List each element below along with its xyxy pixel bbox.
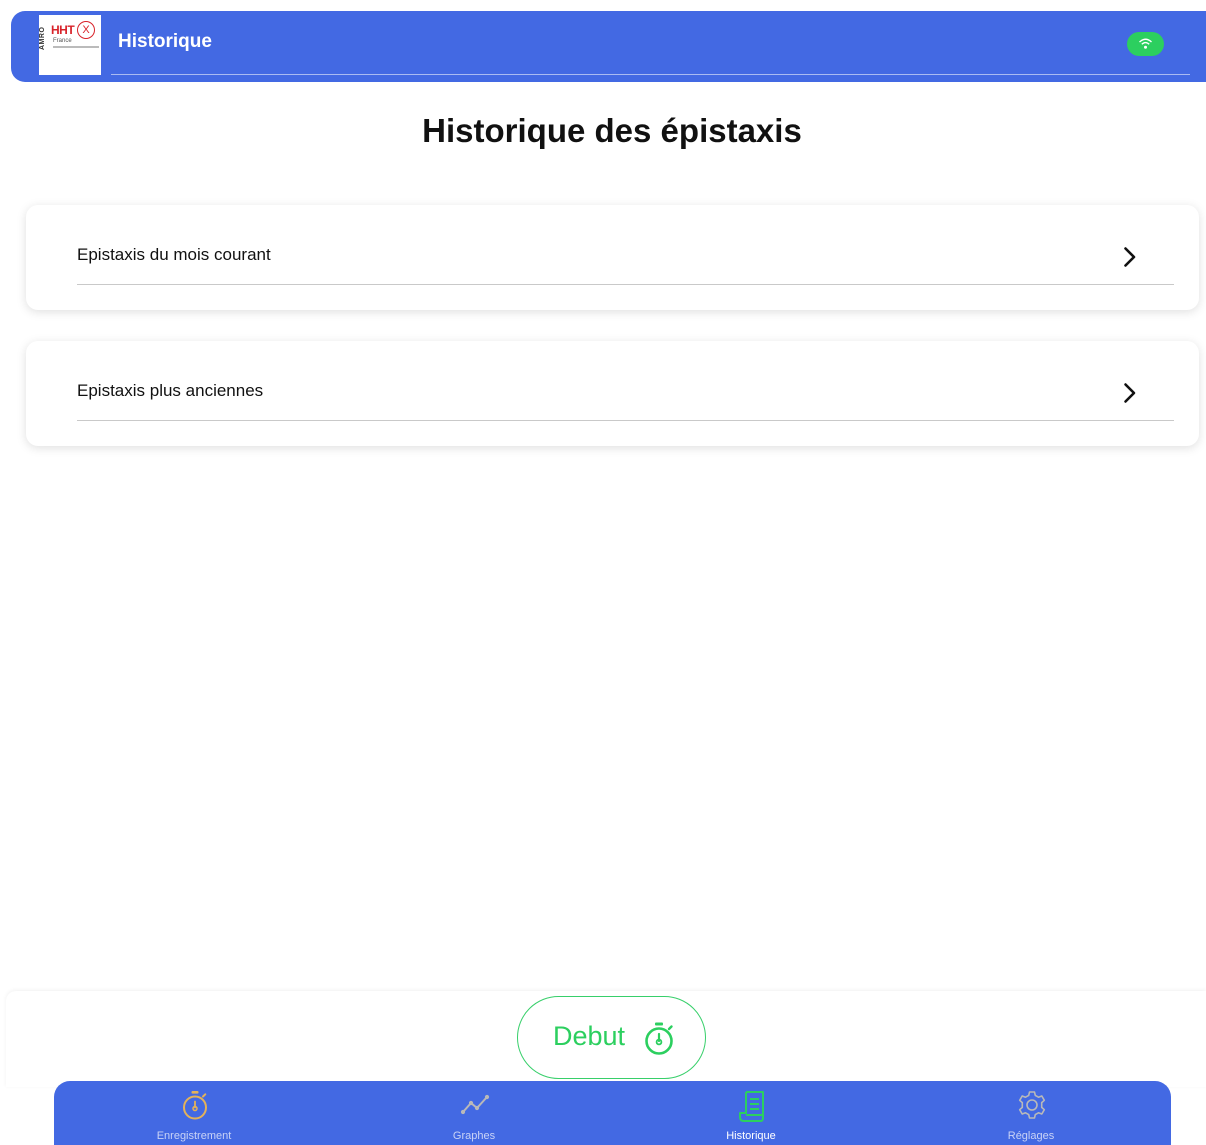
logo-side-text: AMRO: [39, 26, 46, 50]
chevron-right-icon: [1124, 383, 1136, 403]
header-divider: [111, 74, 1190, 75]
debut-button[interactable]: Debut: [517, 996, 706, 1079]
logo-country: France: [53, 38, 72, 44]
list-item-older[interactable]: Epistaxis plus anciennes: [26, 341, 1199, 446]
list-item-divider: [77, 420, 1174, 421]
tab-graphes[interactable]: Graphes: [384, 1081, 564, 1145]
scroll-icon: [739, 1091, 764, 1122]
tab-reglages[interactable]: Réglages: [941, 1081, 1121, 1145]
tab-label: Graphes: [452, 1130, 496, 1142]
list-item-label: Epistaxis du mois courant: [77, 245, 271, 264]
gear-icon: [1018, 1091, 1046, 1119]
tab-enregistrement[interactable]: Enregistrement: [104, 1081, 284, 1145]
chevron-right-icon: [1124, 247, 1136, 267]
app-header: AMRO HHT X France Historique: [11, 11, 1206, 82]
tab-historique[interactable]: Historique: [661, 1081, 841, 1145]
debut-label: Debut: [553, 1021, 626, 1051]
tab-label: Réglages: [1007, 1130, 1055, 1142]
stopwatch-icon: [183, 1091, 207, 1120]
list-item-label: Epistaxis plus anciennes: [77, 381, 264, 400]
chart-line-icon: [460, 1094, 490, 1115]
header-title: Historique: [118, 31, 212, 52]
logo-brand: HHT: [51, 23, 75, 37]
bottom-tab-bar: Enregistrement Graphes Historique Réglag…: [54, 1081, 1171, 1145]
wifi-icon: [1139, 38, 1152, 49]
logo-symbol: X: [77, 21, 95, 39]
tab-label: Historique: [726, 1130, 776, 1142]
stopwatch-icon: [645, 1022, 673, 1055]
connection-status-badge[interactable]: [1127, 32, 1164, 56]
hht-france-logo: AMRO HHT X France: [39, 15, 101, 75]
list-item-current-month[interactable]: Epistaxis du mois courant: [26, 205, 1199, 310]
list-item-divider: [77, 284, 1174, 285]
logo-tagline-line: [53, 46, 99, 48]
page-title: Historique des épistaxis: [422, 112, 802, 149]
tab-label: Enregistrement: [156, 1130, 232, 1142]
